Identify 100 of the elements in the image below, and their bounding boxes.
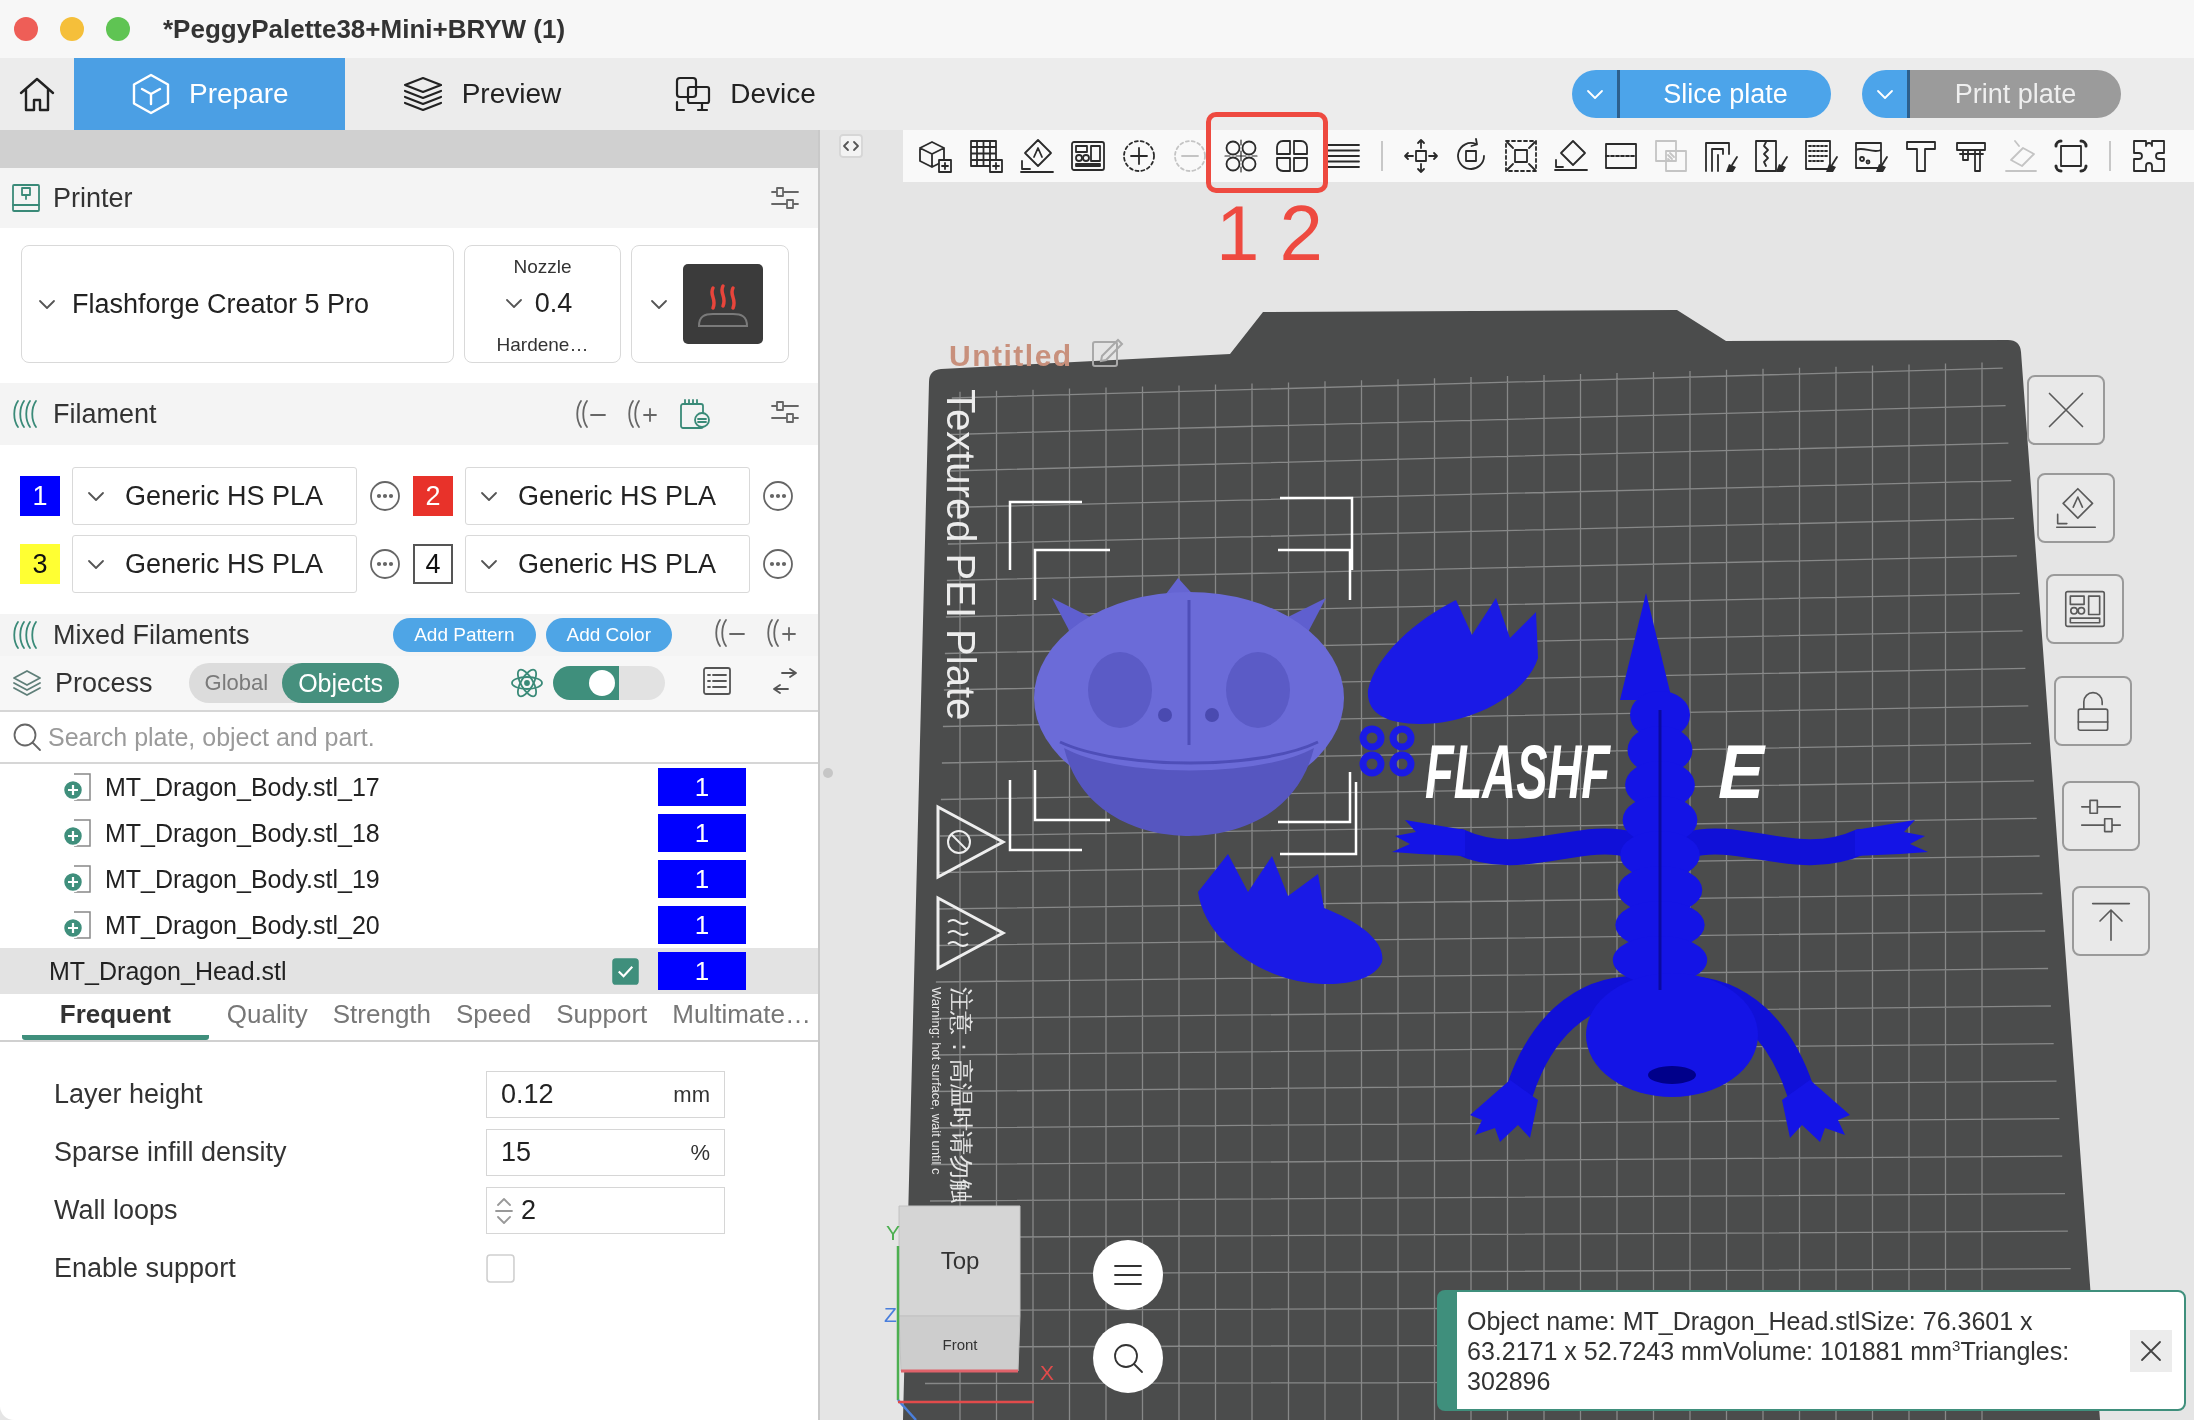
more-icon[interactable] <box>762 548 794 580</box>
filament-dropdown[interactable]: Generic HS PLA <box>72 535 357 593</box>
add-filament-icon[interactable] <box>627 399 659 429</box>
four-quadrants-icon[interactable] <box>1274 138 1310 174</box>
chevron-down-icon <box>504 297 523 309</box>
settings-tab[interactable]: Quality <box>219 994 315 1040</box>
plus-circle-icon[interactable] <box>62 863 94 895</box>
settings-tab[interactable]: Strength <box>325 994 439 1040</box>
cube-face-label[interactable]: Top <box>940 1247 980 1274</box>
seam-brush-icon[interactable] <box>1753 138 1789 174</box>
settings-icon[interactable] <box>770 186 800 210</box>
filament-number[interactable]: 1 <box>658 952 746 990</box>
chevron-down-icon <box>480 558 498 570</box>
number-field[interactable]: 15 % <box>486 1129 725 1176</box>
toggle-switch[interactable] <box>553 666 665 700</box>
nozzle-dropdown[interactable]: Nozzle 0.4 Hardene… <box>464 245 621 363</box>
section-title: Mixed Filaments <box>53 619 250 651</box>
square-corners-icon[interactable] <box>2053 138 2089 174</box>
plus-circle-icon[interactable] <box>62 771 94 803</box>
more-icon[interactable] <box>762 480 794 512</box>
settings-tab[interactable]: Support <box>549 994 655 1040</box>
dropdown-button[interactable] <box>1862 70 1910 118</box>
scale-icon[interactable] <box>1503 138 1539 174</box>
setting-label: Sparse infill density <box>54 1137 288 1168</box>
filament-slot-number[interactable]: 3 <box>20 544 60 584</box>
object-info-text: Object name: MT_Dragon_Head.stlSize: 76.3601 x 63.2171 x 52.7243 mmVolume: 101881 mm$^{3}$Triangles: 302896 <box>1467 1305 2071 1396</box>
lock-button[interactable] <box>2054 676 2132 746</box>
move-arrows-icon[interactable] <box>1403 138 1439 174</box>
field-value: 0.12 <box>501 1079 554 1110</box>
dragon-body-model[interactable] <box>1392 593 1928 1142</box>
list-icon[interactable] <box>702 666 732 696</box>
checkbox[interactable] <box>612 957 639 985</box>
search-field[interactable]: Search plate, object and part. <box>48 717 798 757</box>
filament-dropdown[interactable]: Generic HS PLA <box>465 535 750 593</box>
checkbox[interactable] <box>486 1254 515 1283</box>
filament-slot-number[interactable]: 1 <box>20 476 60 516</box>
object-list-row[interactable]: MT_Dragon_Body.stl_18 1 <box>0 810 818 856</box>
plus-circle-icon[interactable] <box>62 817 94 849</box>
card-badge-icon[interactable] <box>679 398 711 430</box>
filament-number[interactable]: 1 <box>658 768 746 806</box>
dashed-plus-circle-icon[interactable] <box>1121 138 1157 174</box>
close-window-icon[interactable] <box>14 17 38 41</box>
close-button[interactable] <box>2130 1329 2172 1372</box>
filament-dropdown[interactable]: Generic HS PLA <box>465 467 750 525</box>
printer-dropdown[interactable]: Flashforge Creator 5 Pro <box>21 245 454 363</box>
orient-button[interactable] <box>2037 473 2115 543</box>
setting-label: Layer height <box>54 1079 204 1110</box>
object-list-row[interactable]: MT_Dragon_Head.stl 1 <box>0 948 818 994</box>
add-filament-icon[interactable] <box>766 618 798 648</box>
remove-filament-icon[interactable] <box>714 618 746 648</box>
filament-slot-number[interactable]: 2 <box>413 476 453 516</box>
filament-number[interactable]: 1 <box>658 814 746 852</box>
puzzle-icon[interactable] <box>2131 138 2167 174</box>
filament-slot-number[interactable]: 4 <box>413 544 453 584</box>
filament-number[interactable]: 1 <box>658 906 746 944</box>
edit-icon[interactable] <box>1092 338 1124 367</box>
object-list-row[interactable]: MT_Dragon_Body.stl_17 1 <box>0 764 818 810</box>
cube-face-label[interactable]: Front <box>942 1336 978 1353</box>
warning-triangle-icon <box>936 804 1007 880</box>
diamond-on-line-icon[interactable] <box>1553 138 1589 174</box>
chevron-down-icon <box>87 490 105 502</box>
filament-number[interactable]: 1 <box>658 860 746 898</box>
dropdown-button[interactable] <box>1572 70 1620 118</box>
setting-label: Wall loops <box>54 1195 179 1226</box>
scope-switch[interactable]: Global Objects <box>188 663 399 703</box>
object-list-row[interactable]: MT_Dragon_Body.stl_19 1 <box>0 856 818 902</box>
filament-dropdown[interactable]: Generic HS PLA <box>72 467 357 525</box>
more-icon[interactable] <box>369 480 401 512</box>
text-t-icon[interactable] <box>1903 138 1939 174</box>
atom-icon[interactable] <box>510 666 545 700</box>
close-icon <box>2139 1338 2163 1363</box>
layout-icon[interactable] <box>1070 138 1106 174</box>
diamond-arrow-icon[interactable] <box>1019 138 1055 174</box>
scroll-handle[interactable] <box>823 768 833 778</box>
grid-plus-icon[interactable] <box>968 138 1004 174</box>
main-tab[interactable]: Preview <box>344 58 618 130</box>
four-circles-icon[interactable] <box>1223 138 1259 174</box>
bed-type-dropdown[interactable] <box>631 245 789 363</box>
settings-button[interactable] <box>2062 781 2140 851</box>
settings-tab[interactable]: Frequent <box>22 994 209 1040</box>
swap-arrows-icon[interactable] <box>770 666 800 696</box>
angle-brackets-icon[interactable] <box>839 134 863 158</box>
main-tab[interactable]: Device <box>617 58 872 130</box>
object-list-row[interactable]: MT_Dragon_Body.stl_20 1 <box>0 902 818 948</box>
cube-plus-icon[interactable] <box>917 138 953 174</box>
number-field[interactable]: 0.12 mm <box>486 1071 725 1118</box>
arrange-button[interactable] <box>2046 574 2124 644</box>
diamond-arrow-icon <box>2054 486 2098 530</box>
plus-circle-icon[interactable] <box>62 909 94 941</box>
spin-field[interactable]: 2 <box>486 1187 725 1234</box>
nozzle-diameter: 0.4 <box>534 287 573 319</box>
settings-tab[interactable]: Multimate… <box>665 994 818 1040</box>
scope-option[interactable]: Objects <box>282 663 399 703</box>
printer-icon <box>12 184 40 212</box>
more-icon[interactable] <box>369 548 401 580</box>
hatch-brush-icon[interactable] <box>1803 138 1839 174</box>
settings-tab[interactable]: Speed <box>449 994 539 1040</box>
upload-button[interactable] <box>2072 886 2150 956</box>
remove-filament-icon[interactable] <box>575 399 607 429</box>
settings-icon[interactable] <box>770 400 800 424</box>
